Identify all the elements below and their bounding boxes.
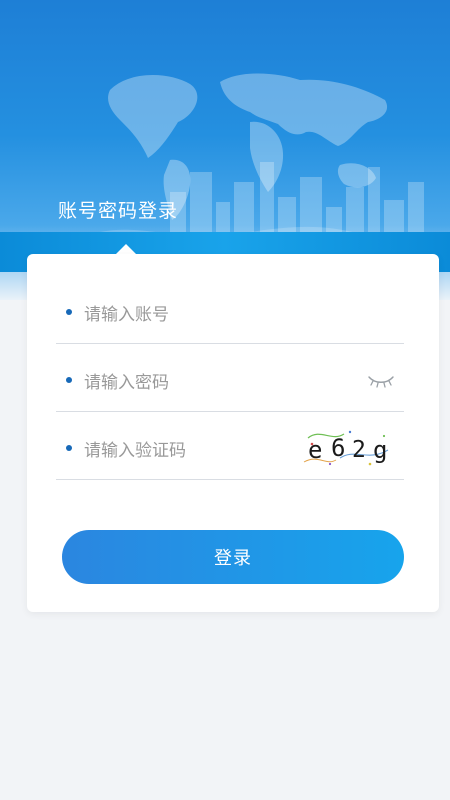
password-field [56, 344, 404, 412]
captcha-image[interactable]: e 6 2 g [300, 424, 394, 470]
title-pointer [116, 244, 136, 254]
account-field [56, 276, 404, 344]
eye-closed-icon[interactable] [368, 374, 394, 388]
password-input[interactable] [84, 344, 324, 412]
captcha-char: 2 [352, 437, 366, 463]
page-title: 账号密码登录 [58, 200, 179, 222]
dot-icon [66, 445, 72, 452]
dot-icon [66, 309, 72, 316]
captcha-char: 6 [331, 434, 345, 462]
captcha-char: e [308, 436, 322, 464]
login-button[interactable]: 登录 [62, 530, 404, 584]
captcha-char: g [373, 436, 387, 464]
captcha-input[interactable] [84, 412, 324, 480]
login-card: e 6 2 g 登录 [27, 254, 439, 612]
account-input[interactable] [84, 276, 324, 344]
captcha-field: e 6 2 g [56, 412, 404, 480]
dot-icon [66, 377, 72, 384]
